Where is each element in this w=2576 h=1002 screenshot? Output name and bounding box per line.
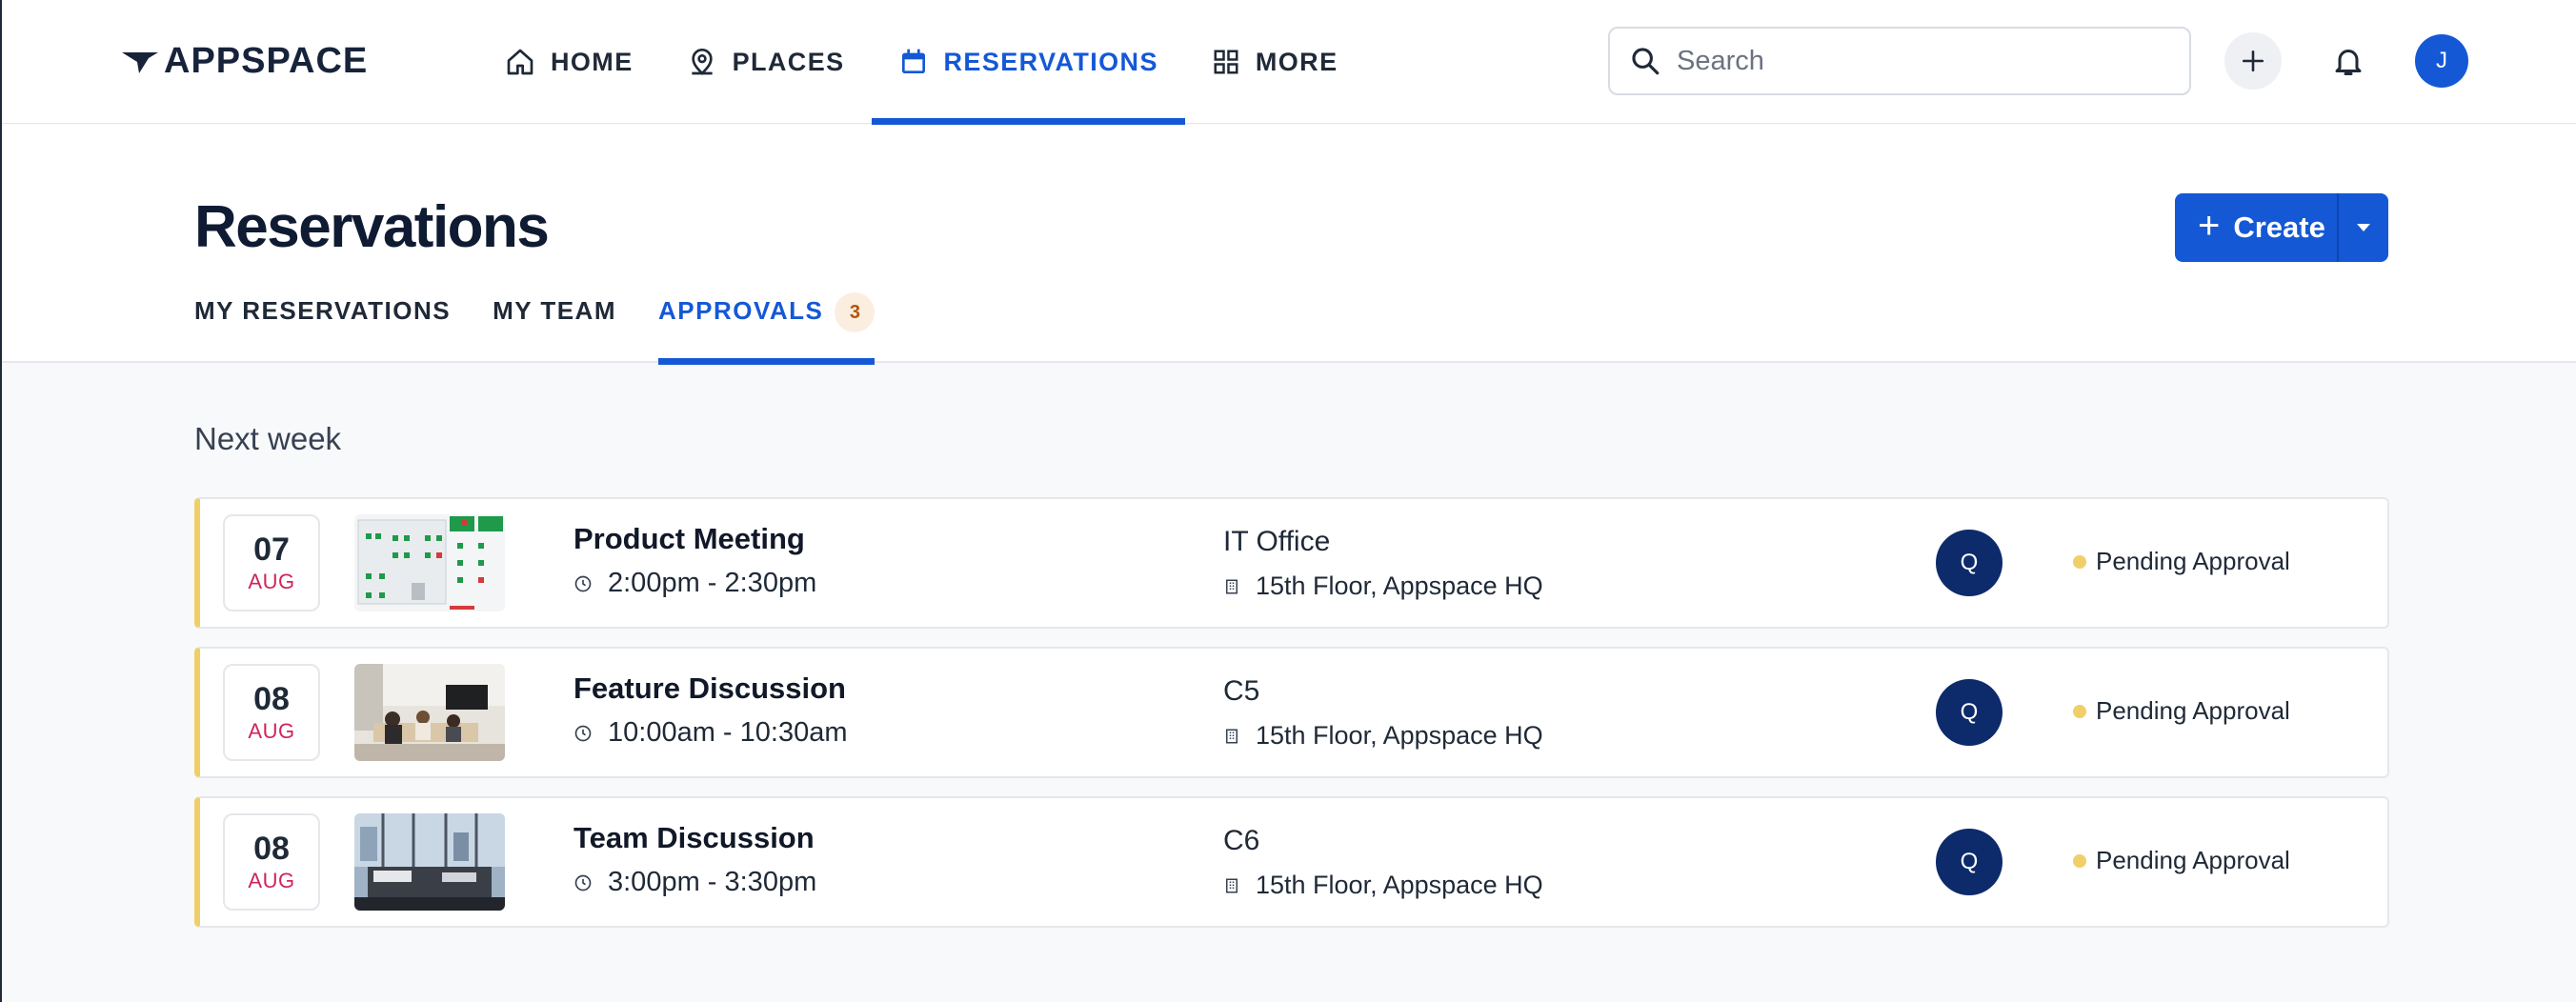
date-month: AUG bbox=[248, 719, 295, 743]
reservation-time: 2:00pm - 2:30pm bbox=[574, 568, 816, 599]
reservation-place: C5 bbox=[1223, 675, 1260, 707]
caret-down-icon bbox=[2357, 224, 2370, 231]
nav-home[interactable]: HOME bbox=[478, 0, 660, 124]
grid-icon bbox=[1214, 50, 1238, 74]
plus-icon bbox=[2242, 50, 2264, 72]
nav-more[interactable]: MORE bbox=[1185, 0, 1365, 124]
reservation-time: 3:00pm - 3:30pm bbox=[574, 867, 816, 898]
status-text: Pending Approval bbox=[2096, 846, 2290, 874]
create-dropdown-button[interactable] bbox=[2337, 193, 2388, 262]
reservation-location-text: 15th Floor, Appspace HQ bbox=[1256, 871, 1543, 899]
status-badge: Pending Approval bbox=[2073, 547, 2290, 576]
tab-my-reservations[interactable]: MY RESERVATIONS bbox=[194, 277, 451, 363]
clock-icon bbox=[574, 575, 592, 591]
user-avatar[interactable]: J bbox=[2415, 34, 2468, 88]
room-photo-thumbnail bbox=[354, 813, 505, 911]
date-box: 07 AUG bbox=[223, 514, 320, 611]
search-input[interactable] bbox=[1677, 45, 2172, 77]
reservation-place: C6 bbox=[1223, 825, 1260, 856]
reservation-location-text: 15th Floor, Appspace HQ bbox=[1256, 571, 1543, 600]
reservation-card[interactable]: 08 AUG Feature Discussion 10:00am - 10:3… bbox=[194, 647, 2389, 778]
main-nav: HOME PLACES RESERVATIONS MORE bbox=[478, 0, 1365, 125]
logo-text: APPSPACE bbox=[164, 40, 369, 81]
quick-add-button[interactable] bbox=[2224, 32, 2282, 90]
status-badge: Pending Approval bbox=[2073, 846, 2290, 875]
date-box: 08 AUG bbox=[223, 813, 320, 911]
notifications-button[interactable] bbox=[2320, 32, 2377, 90]
page-title: Reservations bbox=[194, 194, 550, 260]
attendee-avatar[interactable]: Q bbox=[1936, 530, 2002, 596]
status-dot bbox=[2073, 704, 2086, 718]
status-text: Pending Approval bbox=[2096, 696, 2290, 725]
nav-reservations-label: RESERVATIONS bbox=[943, 47, 1158, 76]
status-dot bbox=[2073, 853, 2086, 868]
reservation-tabs: MY RESERVATIONS MY TEAM APPROVALS 3 bbox=[194, 277, 916, 365]
appspace-logo[interactable]: APPSPACE bbox=[120, 40, 369, 81]
reservation-time: 10:00am - 10:30am bbox=[574, 717, 847, 749]
reservation-card[interactable]: 08 AUG Team Discussion 3:00pm - 3:30pm C… bbox=[194, 796, 2389, 928]
home-icon bbox=[507, 49, 533, 75]
reservation-place: IT Office bbox=[1223, 526, 1331, 557]
status-text: Pending Approval bbox=[2096, 547, 2290, 575]
reservation-location: 15th Floor, Appspace HQ bbox=[1223, 571, 1543, 601]
clock-icon bbox=[574, 874, 592, 891]
create-button-label: Create bbox=[2233, 210, 2325, 244]
reservation-title[interactable]: Feature Discussion bbox=[574, 671, 846, 706]
reservation-location: 15th Floor, Appspace HQ bbox=[1223, 721, 1543, 751]
reservation-time-text: 2:00pm - 2:30pm bbox=[608, 568, 817, 598]
floorplan-thumbnail bbox=[354, 514, 505, 611]
status-dot bbox=[2073, 554, 2086, 569]
reservation-title[interactable]: Team Discussion bbox=[574, 821, 815, 855]
date-month: AUG bbox=[248, 570, 295, 593]
tab-approvals[interactable]: APPROVALS 3 bbox=[658, 277, 875, 365]
create-button[interactable]: + Create bbox=[2175, 193, 2337, 262]
nav-home-label: HOME bbox=[551, 47, 634, 76]
search-icon bbox=[1632, 48, 1660, 75]
date-day: 08 bbox=[253, 831, 290, 867]
building-icon bbox=[1226, 729, 1238, 743]
date-box: 08 AUG bbox=[223, 664, 320, 761]
nav-reservations[interactable]: RESERVATIONS bbox=[871, 0, 1186, 125]
tab-my-team[interactable]: MY TEAM bbox=[493, 277, 616, 363]
attendee-avatar[interactable]: Q bbox=[1936, 829, 2002, 895]
reservation-title[interactable]: Product Meeting bbox=[574, 522, 805, 556]
attendee-avatar[interactable]: Q bbox=[1936, 679, 2002, 746]
nav-more-label: MORE bbox=[1255, 47, 1338, 76]
logo-mark-icon bbox=[122, 52, 158, 73]
reservation-location-text: 15th Floor, Appspace HQ bbox=[1256, 721, 1543, 750]
reservation-card[interactable]: 07 AUG Product Meeting 2:00pm - 2:30pm I… bbox=[194, 497, 2389, 629]
building-icon bbox=[1226, 579, 1238, 593]
nav-places-label: PLACES bbox=[732, 47, 845, 76]
search-box[interactable] bbox=[1608, 27, 2191, 95]
approvals-count-badge: 3 bbox=[835, 292, 875, 332]
room-photo-thumbnail bbox=[354, 664, 505, 761]
calendar-icon bbox=[901, 49, 925, 73]
top-navigation-bar: APPSPACE HOME PLACES RESERVATIONS MORE S… bbox=[2, 0, 2576, 125]
nav-places[interactable]: PLACES bbox=[660, 0, 872, 124]
building-icon bbox=[1226, 878, 1238, 892]
plus-icon: + bbox=[2198, 204, 2221, 247]
clock-icon bbox=[574, 725, 592, 741]
date-day: 07 bbox=[253, 531, 290, 568]
date-day: 08 bbox=[253, 681, 290, 717]
date-month: AUG bbox=[248, 869, 295, 892]
reservation-location: 15th Floor, Appspace HQ bbox=[1223, 871, 1543, 900]
reservation-time-text: 3:00pm - 3:30pm bbox=[608, 867, 817, 897]
tab-approvals-label: APPROVALS bbox=[658, 296, 824, 325]
reservation-time-text: 10:00am - 10:30am bbox=[608, 717, 848, 748]
section-heading: Next week bbox=[194, 421, 342, 456]
create-button-group: + Create bbox=[2175, 193, 2388, 262]
places-icon bbox=[691, 49, 713, 75]
page-header: Reservations MY RESERVATIONS MY TEAM APP… bbox=[2, 125, 2576, 365]
status-badge: Pending Approval bbox=[2073, 696, 2290, 726]
bell-icon bbox=[2335, 50, 2362, 75]
